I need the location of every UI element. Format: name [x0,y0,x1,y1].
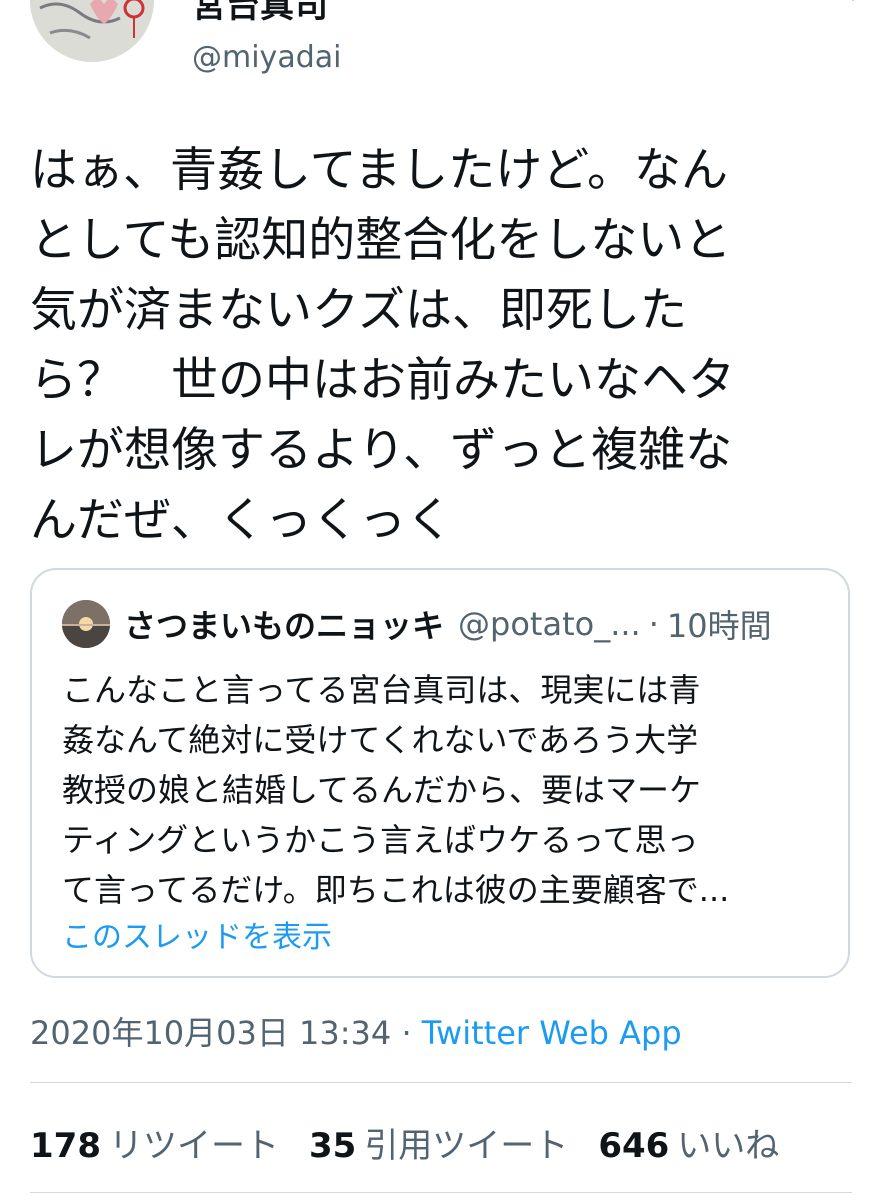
quoted-tweet-line: 教授の娘と結婚してるんだから、要はマーケ [62,771,702,809]
retweets-stat[interactable]: 178 リツイート [30,1118,279,1167]
quote-tweet-count: 35 [308,1126,357,1166]
sunset-avatar-image [62,600,110,648]
quoted-tweet-line: ティングというかこう言えばウケるって思っ [62,821,699,859]
author-handle[interactable]: @miyadai [192,40,341,75]
quoted-tweet-line: こんなこと言ってる宮台真司は、現実には青 [62,671,701,709]
tweet-menu-chevron-icon[interactable] [840,0,866,5]
quoted-tweet-line: て言ってるだけ。即ちこれは彼の主要顧客で... [62,871,730,909]
tweet-line: ら？ 世の中はお前みたいなヘタ [30,353,735,408]
quoted-tweet-header: さつまいものニョッキ @potato_... · 10時間 [124,600,772,648]
tweet-source-link[interactable]: Twitter Web App [422,1014,682,1052]
quote-tweet-label: 引用ツイート [364,1126,569,1166]
avatar[interactable] [30,0,154,62]
likes-stat[interactable]: 646 いいね [598,1118,779,1167]
quoted-tweet-text: こんなこと言ってる宮台真司は、現実には青 姦なんて絶対に受けてくれないであろう大… [62,665,832,915]
like-label: いいね [677,1126,780,1166]
quoted-tweet-line: 姦なんて絶対に受けてくれないであろう大学 [62,721,699,759]
show-thread-link[interactable]: このスレッドを表示 [62,912,332,956]
quoted-author-avatar[interactable] [62,600,110,648]
author-display-name[interactable]: 宮台真司 [192,0,328,27]
divider [30,1082,852,1083]
like-count: 646 [598,1126,670,1166]
retweet-count: 178 [30,1126,101,1166]
tweet-timestamp[interactable]: 2020年10月03日 13:34 [30,1014,391,1052]
separator-dot: · [648,605,659,643]
quoted-author-name[interactable]: さつまいものニョッキ [124,601,444,647]
tweet-meta: 2020年10月03日 13:34 · Twitter Web App [30,1008,682,1054]
tweet-line: レが想像するより、ずっと複雑な [30,423,733,478]
quoted-tweet-card[interactable]: さつまいものニョッキ @potato_... · 10時間 こんなこと言ってる宮… [30,568,850,978]
tweet-line: んだぜ、くっくっく [30,493,453,548]
avatar-image [30,0,154,62]
meta-separator: · [391,1014,422,1052]
quoted-author-handle[interactable]: @potato_... [458,605,641,643]
engagement-stats: 178 リツイート 35 引用ツイート 646 いいね [30,1118,779,1167]
tweet-line: としても認知的整合化をしないと [30,213,732,268]
quoted-tweet-time[interactable]: 10時間 [667,601,772,647]
divider [30,1192,852,1193]
tweet-line: はぁ、青姦してましたけど。なん [30,143,728,198]
tweet-line: 気が済まないクズは、即死した [30,283,688,338]
quote-tweets-stat[interactable]: 35 引用ツイート [309,1118,568,1167]
tweet-text: はぁ、青姦してましたけど。なん としても認知的整合化をしないと 気が済まないクズ… [30,136,850,556]
retweet-label: リツイート [108,1126,279,1166]
